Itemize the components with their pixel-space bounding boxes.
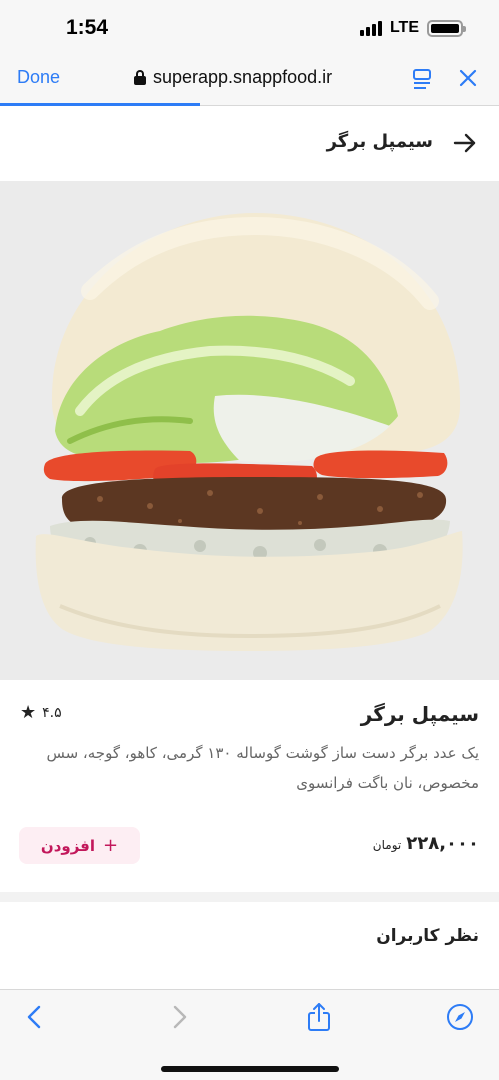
product-details: ★ ۴.۵ سیمپل برگر یک عدد برگر دست ساز گوش…	[0, 680, 499, 892]
close-icon[interactable]	[458, 68, 478, 88]
signal-icon	[359, 20, 382, 36]
burger-photo	[35, 213, 463, 651]
arrow-right-icon[interactable]	[453, 132, 477, 154]
reviews-section: نظر کاربران	[0, 902, 499, 990]
network-type: LTE	[389, 19, 419, 36]
lock-icon	[134, 70, 146, 85]
browser-address-bar: Done superapp.snappfood.ir	[0, 56, 499, 106]
status-bar: 1:54 LTE	[0, 0, 499, 56]
add-to-cart-button[interactable]: + افزودن	[19, 827, 140, 864]
rating: ★ ۴.۵	[20, 704, 62, 722]
plus-icon: +	[103, 834, 119, 856]
battery-icon	[427, 19, 466, 37]
reviews-title: نظر کاربران	[376, 926, 479, 946]
url-text: superapp.snappfood.ir	[153, 67, 333, 87]
section-divider	[0, 892, 499, 902]
compass-icon[interactable]	[445, 1002, 475, 1032]
rating-value: ۴.۵	[42, 705, 62, 721]
page-load-progress	[0, 103, 200, 106]
price-value: ۲۲۸,۰۰۰	[406, 833, 479, 854]
add-button-label: افزودن	[40, 836, 96, 855]
share-icon[interactable]	[304, 1002, 334, 1032]
home-indicator[interactable]	[161, 1066, 339, 1072]
product-name: سیمپل برگر	[360, 702, 479, 726]
status-indicators: LTE	[359, 19, 466, 37]
chevron-right-icon[interactable]	[164, 1002, 194, 1032]
page-header: سیمپل برگر	[0, 107, 499, 181]
product-price: ۲۲۸,۰۰۰ تومان	[373, 833, 479, 854]
price-currency: تومان	[372, 838, 402, 852]
status-time: 1:54	[66, 16, 109, 39]
done-button[interactable]: Done	[17, 67, 60, 88]
star-icon: ★	[20, 702, 37, 723]
page-title: سیمپل برگر	[326, 131, 433, 152]
product-description: یک عدد برگر دست ساز گوشت گوساله ۱۳۰ گرمی…	[46, 744, 479, 792]
url-field[interactable]: superapp.snappfood.ir	[134, 67, 332, 88]
chevron-left-icon[interactable]	[20, 1002, 50, 1032]
product-image	[0, 181, 499, 680]
reader-icon[interactable]	[412, 68, 432, 90]
